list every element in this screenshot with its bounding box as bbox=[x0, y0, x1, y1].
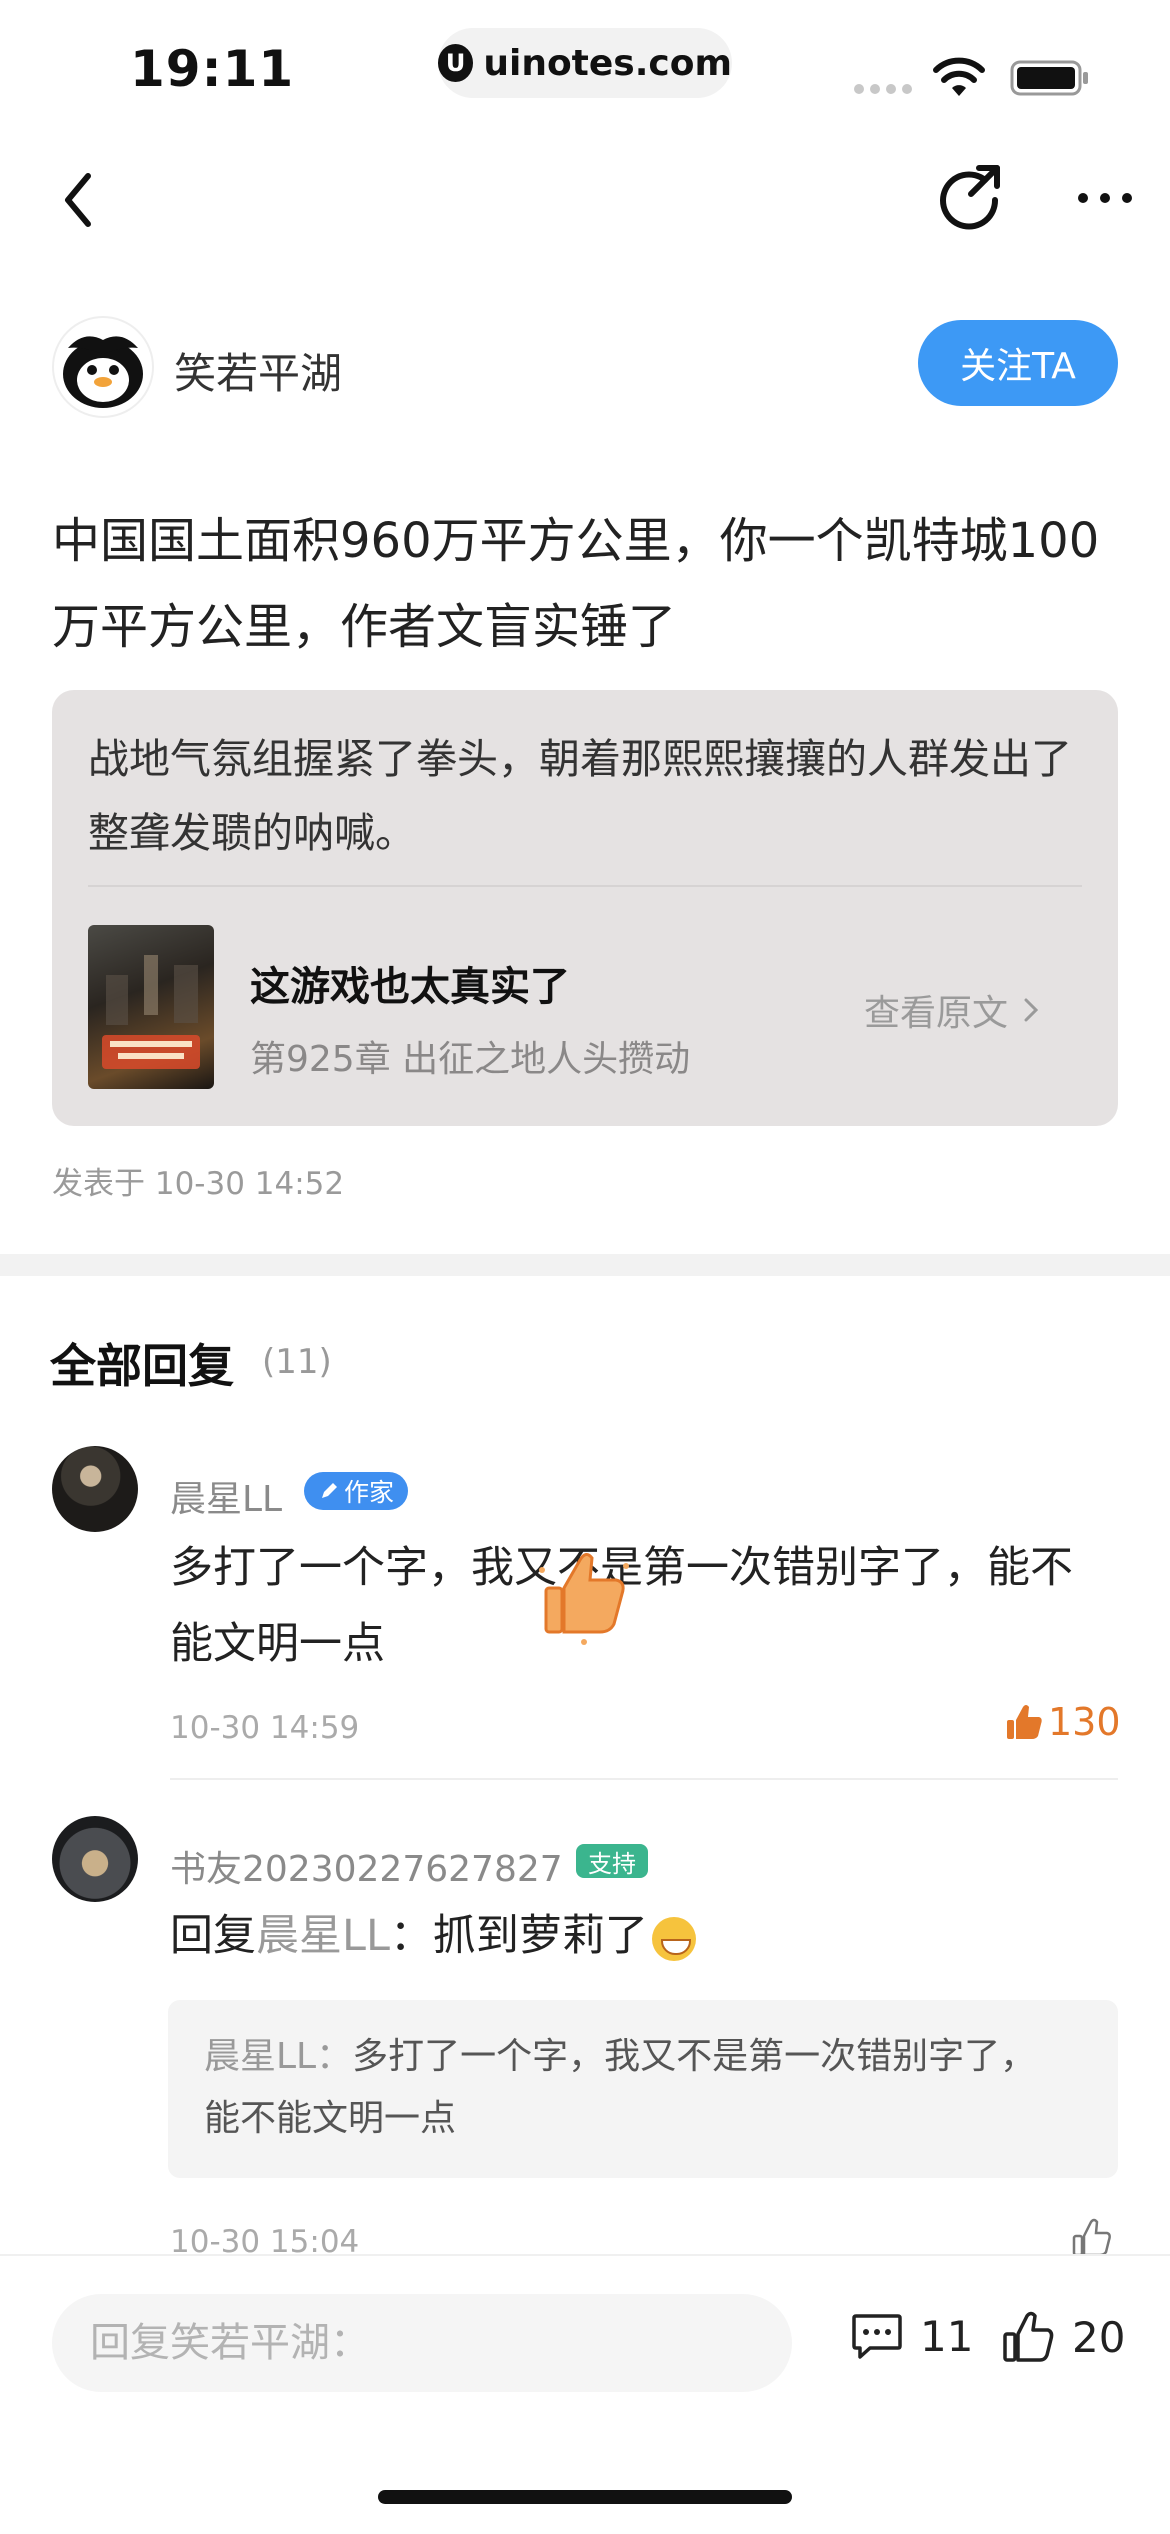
commenter-avatar[interactable] bbox=[52, 1816, 138, 1902]
url-pill[interactable]: U uinotes.com bbox=[438, 28, 732, 98]
comment-time: 10-30 14:59 bbox=[170, 1710, 360, 1746]
grin-emoji-icon bbox=[651, 1916, 696, 1961]
author-badge: 作家 bbox=[304, 1472, 409, 1510]
reply-colon: ： bbox=[389, 1911, 433, 1961]
quoted-name: 晨星LL： bbox=[204, 2036, 353, 2077]
book-chapter: 第925章 出征之地人头攒动 bbox=[250, 1039, 691, 1080]
view-original-label: 查看原文 bbox=[864, 993, 1009, 1034]
site-logo-icon: U bbox=[438, 44, 474, 82]
status-time: 19:11 bbox=[130, 40, 295, 98]
comment-like-button[interactable]: 130 bbox=[1004, 1700, 1121, 1744]
commenter-avatar[interactable] bbox=[52, 1446, 138, 1532]
back-icon[interactable] bbox=[52, 160, 102, 240]
author-badge-label: 作家 bbox=[344, 1478, 395, 1507]
comment-count: 11 bbox=[920, 2311, 974, 2361]
book-cover[interactable] bbox=[88, 925, 214, 1089]
cellular-signal-icon bbox=[854, 84, 912, 94]
more-icon[interactable] bbox=[1075, 188, 1135, 208]
home-indicator bbox=[378, 2490, 792, 2504]
post-like-button[interactable]: 20 bbox=[1000, 2310, 1125, 2364]
support-badge: 支持 bbox=[576, 1844, 648, 1878]
commenter-name[interactable]: 晨星LL bbox=[170, 1470, 282, 1522]
url-text: uinotes.com bbox=[483, 42, 732, 84]
thumbs-up-outline-icon bbox=[1003, 2311, 1054, 2362]
comment-count-button[interactable]: 11 bbox=[850, 2310, 973, 2362]
quote-text: 战地气氛组握紧了拳头，朝着那熙熙攘攘的人群发出了整聋发聩的呐喊。 bbox=[88, 735, 1072, 857]
reply-input[interactable] bbox=[52, 2294, 792, 2392]
comment-like-count: 130 bbox=[1048, 1700, 1121, 1744]
quoted-comment-text: 晨星LL：多打了一个字，我又不是第一次错别字了，能不能文明一点 bbox=[204, 2026, 1054, 2150]
post-text: 中国国土面积960万平方公里，你一个凯特城100万平方公里，作者文盲实锤了 bbox=[52, 513, 1100, 655]
thumbs-up-icon bbox=[1007, 1705, 1042, 1739]
pen-icon bbox=[322, 1483, 337, 1498]
comment-text[interactable]: 多打了一个字，我又不是第一次错别字了，能不能文明一点 bbox=[170, 1530, 1110, 1682]
post-like-count: 20 bbox=[1072, 2312, 1126, 2362]
commenter-name[interactable]: 书友20230227627827 bbox=[170, 1840, 563, 1892]
post-time: 发表于 10-30 14:52 bbox=[52, 1166, 345, 1202]
quote-divider bbox=[88, 885, 1082, 887]
thumbs-up-animation-icon bbox=[539, 1553, 629, 1645]
book-title: 这游戏也太真实了 bbox=[250, 964, 570, 1010]
comment-icon bbox=[852, 2314, 902, 2359]
chevron-right-icon bbox=[1024, 998, 1039, 1022]
follow-button[interactable]: 关注TA bbox=[918, 320, 1118, 406]
reply-body: 抓到萝莉了 bbox=[432, 1911, 648, 1961]
battery-icon bbox=[1010, 60, 1088, 96]
author-name[interactable]: 笑若平湖 bbox=[174, 340, 342, 401]
comment-text[interactable]: 回复晨星LL：抓到萝莉了 bbox=[170, 1898, 696, 1974]
share-icon[interactable] bbox=[935, 160, 1005, 230]
replies-count: (11) bbox=[262, 1342, 332, 1382]
author-avatar[interactable] bbox=[52, 316, 154, 418]
comment-divider bbox=[170, 1778, 1118, 1780]
wifi-icon bbox=[933, 57, 985, 96]
replies-title: 全部回复 bbox=[50, 1339, 234, 1393]
mention-name[interactable]: 晨星LL bbox=[256, 1911, 390, 1961]
section-separator bbox=[0, 1254, 1170, 1276]
reply-prefix: 回复 bbox=[170, 1911, 256, 1961]
view-original-link[interactable]: 查看原文 bbox=[864, 984, 1040, 1036]
penguin-avatar-icon bbox=[63, 336, 143, 408]
